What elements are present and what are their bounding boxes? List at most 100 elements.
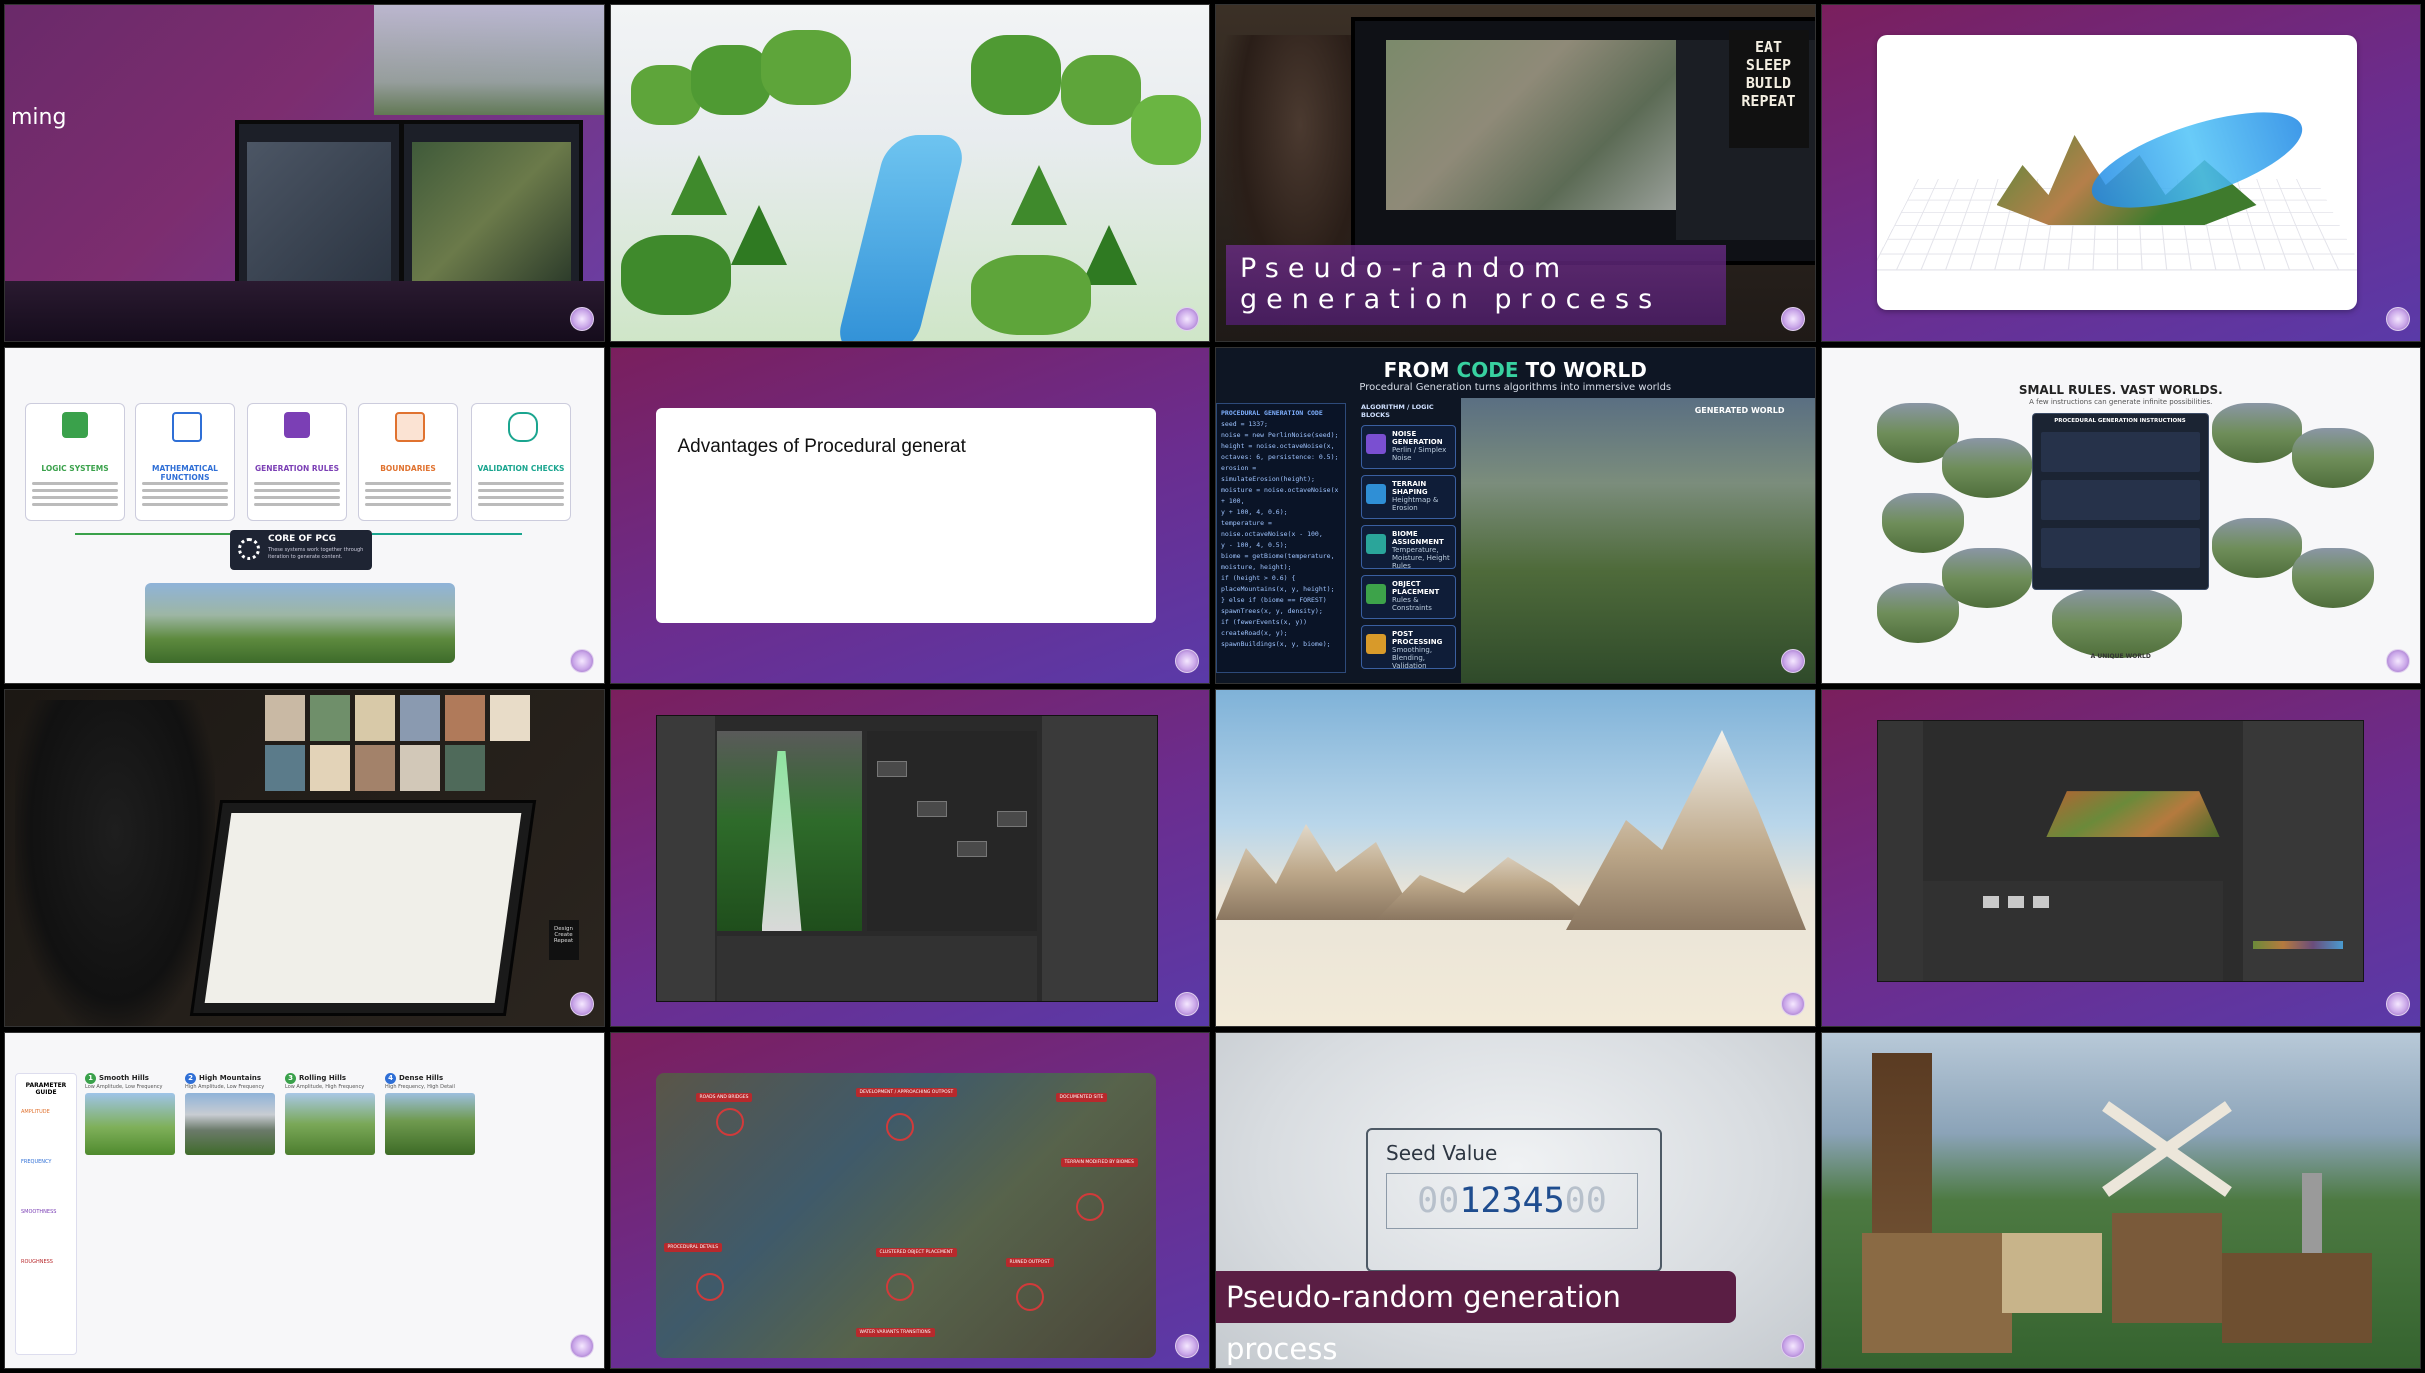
voxel-chimney	[2302, 1173, 2322, 1253]
tile-2-lowpoly-forest[interactable]	[610, 4, 1211, 342]
block-post-processing: POST PROCESSING Smoothing, Blending, Vali…	[1361, 625, 1456, 669]
pattern-swatch	[445, 745, 485, 791]
tile-5-pcg-diagram[interactable]: LOGIC SYSTEMS MATHEMATICAL FUNCTIONS GEN…	[4, 347, 605, 685]
map-label: CLUSTERED OBJECT PLACEMENT	[876, 1248, 957, 1257]
connector-line	[372, 533, 522, 535]
pattern-swatch	[310, 695, 350, 741]
tile-15-seed-value[interactable]: Seed Value 001234500 Pseudo-random gener…	[1215, 1032, 1816, 1370]
network-icon	[62, 412, 88, 438]
pattern-swatch	[355, 695, 395, 741]
brand-logo-icon	[1175, 649, 1199, 673]
animated-caption: Pseudo-random generation process	[1226, 245, 1726, 325]
hero-image-grass	[374, 5, 604, 115]
slide-card	[1877, 35, 2357, 310]
desk	[5, 281, 604, 341]
highlight-ring	[716, 1108, 744, 1136]
slide-title: Advantages of Procedural generat	[678, 436, 966, 458]
boundaries-box: BOUNDARIES	[358, 403, 458, 521]
tile-13-parameter-guide[interactable]: PARAMETER GUIDE AMPLITUDE FREQUENCY SMOO…	[4, 1032, 605, 1370]
tile-3-developer-monitor[interactable]: EAT SLEEP BUILD REPEAT Pseudo-random gen…	[1215, 4, 1816, 342]
box-title: LOGIC SYSTEMS	[26, 464, 124, 473]
tile-1-studio-monitors[interactable]: ming	[4, 4, 605, 342]
tree-canopy	[691, 45, 771, 115]
tile-14-annotated-map[interactable]: ROADS AND BRIDGES DEVELOPMENT / APPROACH…	[610, 1032, 1211, 1370]
tile-10-unity-editor[interactable]	[610, 689, 1211, 1027]
voxel-windmill	[2112, 1213, 2222, 1323]
brand-logo-icon	[570, 307, 594, 331]
terrain-variant-1: 1 Smooth Hills Low Amplitude, Low Frequen…	[85, 1073, 175, 1155]
world-island	[2052, 588, 2182, 658]
logic-systems-box: LOGIC SYSTEMS	[25, 403, 125, 521]
wall-poster: EAT SLEEP BUILD REPEAT	[1729, 30, 1809, 148]
tile-6-advantages-slide[interactable]: Advantages of Procedural generat	[610, 347, 1211, 685]
editor-window	[656, 715, 1158, 1002]
connector-line	[75, 533, 230, 535]
tree-canopy	[1131, 95, 1201, 165]
hierarchy-panel	[1878, 721, 1923, 981]
generation-rules-box: GENERATION RULES	[247, 403, 347, 521]
map-label: WATER VARIANTS TRANSITIONS	[856, 1328, 935, 1337]
brand-logo-icon	[1781, 307, 1805, 331]
terrain-variant-4: 4 Dense Hills High Frequency, High Detail	[385, 1073, 475, 1155]
tile-9-designer-tablet[interactable]: Design Create Repeat	[4, 689, 605, 1027]
brand-logo-icon	[1781, 992, 1805, 1016]
tile-11-desert-mountains[interactable]	[1215, 689, 1816, 1027]
designer-silhouette	[15, 700, 215, 1027]
gears-icon	[238, 538, 260, 560]
brand-logo-icon	[570, 992, 594, 1016]
thermometer-icon	[1366, 534, 1386, 554]
map-label: DOCUMENTED SITE	[1056, 1093, 1108, 1102]
road-mesh	[762, 751, 802, 931]
tree-icon	[1366, 584, 1386, 604]
mug: Design Create Repeat	[549, 920, 579, 960]
tree-canopy	[971, 35, 1061, 115]
world-footer-label: A UNIQUE WORLD	[1822, 653, 2421, 660]
folder-icon	[2033, 896, 2049, 908]
slide-card: Advantages of Procedural generat	[656, 408, 1156, 623]
parameter-guide-panel: PARAMETER GUIDE AMPLITUDE FREQUENCY SMOO…	[15, 1073, 77, 1355]
pattern-swatch	[400, 695, 440, 741]
brand-logo-icon	[2386, 307, 2410, 331]
highlight-ring	[886, 1273, 914, 1301]
slide-subtitle: Procedural Generation turns algorithms i…	[1216, 382, 1815, 393]
validation-checks-box: VALIDATION CHECKS	[471, 403, 571, 521]
voxel-hut	[2002, 1233, 2102, 1313]
waveform-icon	[1366, 434, 1386, 454]
scene-view	[717, 731, 862, 931]
pattern-swatch	[265, 695, 305, 741]
map-label: PROCEDURAL DETAILS	[664, 1243, 723, 1252]
pine-tree	[671, 155, 727, 215]
shield-check-icon	[508, 412, 538, 442]
tile-12-terrain-editor[interactable]	[1821, 689, 2422, 1027]
tile-7-code-to-world[interactable]: GENERATED WORLD FROM CODE TO WORLD Proce…	[1215, 347, 1816, 685]
tile-16-voxel-village[interactable]	[1821, 1032, 2422, 1370]
brand-logo-icon	[1175, 307, 1199, 331]
pattern-swatch	[265, 745, 305, 791]
highlight-ring	[886, 1113, 914, 1141]
pattern-swatch	[400, 745, 440, 791]
tree-canopy	[621, 235, 731, 315]
voxel-house	[2222, 1253, 2372, 1343]
folder-icon	[1983, 896, 1999, 908]
gradient-bar	[2253, 941, 2343, 949]
brand-logo-icon	[2386, 649, 2410, 673]
river	[833, 135, 968, 342]
code-panel: PROCEDURAL GENERATION CODE seed = 1337; …	[1216, 403, 1346, 673]
slide-title: FROM CODE TO WORLD	[1216, 358, 1815, 382]
terrain-viewport	[1386, 40, 1676, 210]
logic-blocks: ALGORITHM / LOGIC BLOCKS NOISE GENERATIO…	[1361, 403, 1456, 675]
box-title: BOUNDARIES	[359, 464, 457, 473]
core-title: CORE OF PCG	[268, 534, 336, 544]
boundary-icon	[395, 412, 425, 442]
folder-icon	[2008, 896, 2024, 908]
monitor-left	[235, 120, 403, 298]
pine-tree	[1011, 165, 1067, 225]
core-of-pcg-box: CORE OF PCG These systems work together …	[230, 530, 372, 570]
tile-4-terrain-grid[interactable]	[1821, 4, 2422, 342]
thumbnail-grid: ming EAT SLEEP BUILD REPEAT Pseudo-rando…	[4, 4, 2421, 1369]
world-island	[1882, 493, 1964, 553]
brand-logo-icon	[2386, 992, 2410, 1016]
tile-8-small-rules-vast-worlds[interactable]: SMALL RULES. VAST WORLDS. A few instruct…	[1821, 347, 2422, 685]
highlight-ring	[696, 1273, 724, 1301]
map-label: TERRAIN MODIFIED BY BIOMES	[1061, 1158, 1138, 1167]
